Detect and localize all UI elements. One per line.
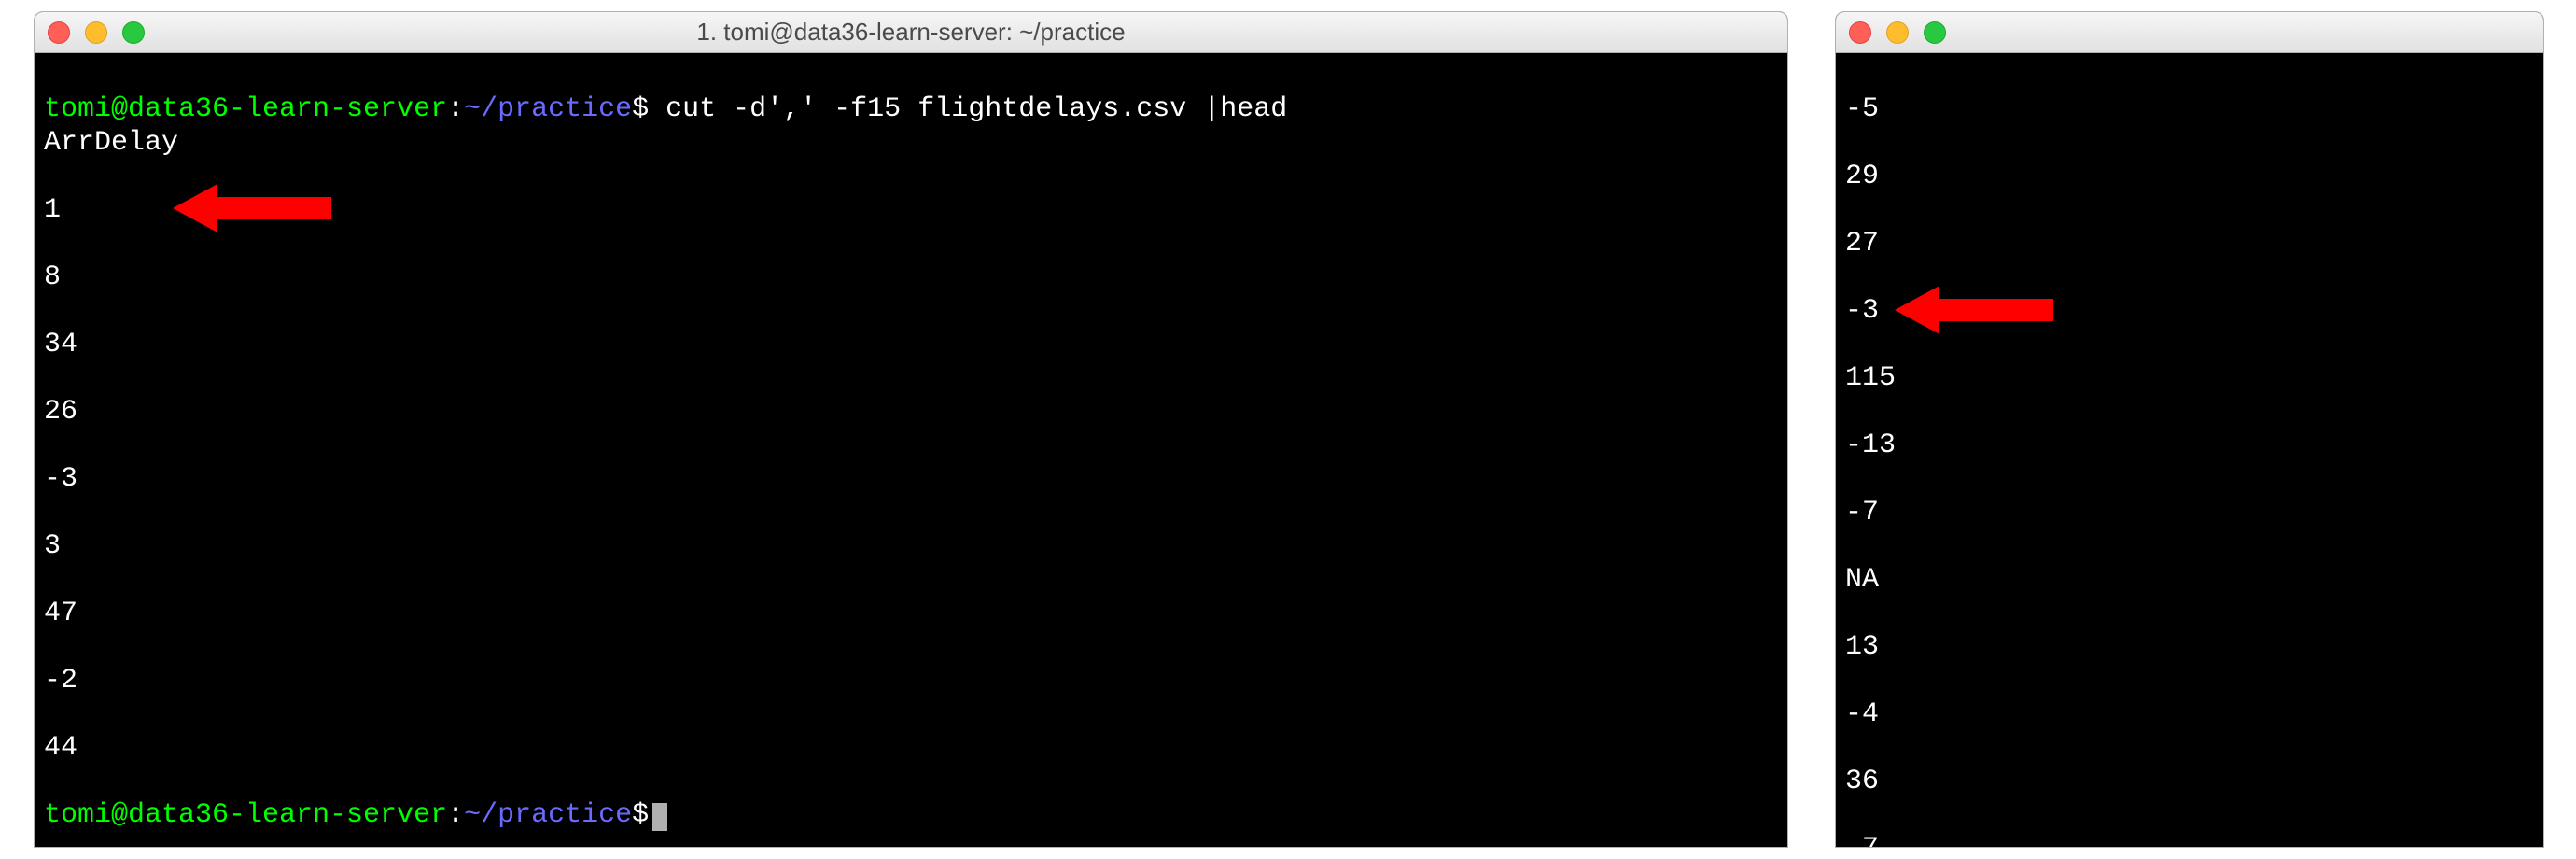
output-line: -4 (1845, 697, 2534, 731)
prompt-user: tomi@data36-learn-server (44, 93, 447, 125)
titlebar-right[interactable] (1836, 12, 2543, 53)
output-line: 1 (44, 193, 1778, 227)
output-line: -2 (44, 664, 1778, 697)
prompt-dollar: $ (632, 799, 649, 831)
zoom-icon[interactable] (1924, 21, 1946, 44)
prompt-dollar: $ (632, 93, 649, 125)
output-line: ArrDelay (44, 126, 1778, 160)
output-line: 47 (44, 597, 1778, 630)
output-line: -3 (44, 462, 1778, 496)
traffic-lights-right (1849, 21, 1946, 44)
close-icon[interactable] (1849, 21, 1871, 44)
output-line: 115 (1845, 361, 2534, 395)
output-line: -3 (1845, 294, 2534, 328)
minimize-icon[interactable] (85, 21, 107, 44)
output-line: 13 (1845, 630, 2534, 664)
terminal-window-right: -5 29 27 -3 115 -13 -7 NA 13 -4 36 -7 41 (1835, 11, 2544, 848)
minimize-icon[interactable] (1886, 21, 1909, 44)
terminal-body-right[interactable]: -5 29 27 -3 115 -13 -7 NA 13 -4 36 -7 41 (1836, 53, 2543, 847)
prompt-colon: : (447, 93, 464, 125)
close-icon[interactable] (48, 21, 70, 44)
titlebar-left[interactable]: 1. tomi@data36-learn-server: ~/practice (35, 12, 1787, 53)
terminal-window-left: 1. tomi@data36-learn-server: ~/practice … (34, 11, 1788, 848)
output-line: 36 (1845, 765, 2534, 798)
prompt-user: tomi@data36-learn-server (44, 799, 447, 831)
output-line: 3 (44, 529, 1778, 563)
prompt-line-2: tomi@data36-learn-server:~/practice$ (44, 799, 667, 831)
output-line: 44 (44, 731, 1778, 765)
prompt-path: ~/practice (464, 799, 632, 831)
output-line: 34 (44, 328, 1778, 361)
output-line: -7 (1845, 496, 2534, 529)
output-line: -13 (1845, 429, 2534, 462)
zoom-icon[interactable] (122, 21, 145, 44)
terminal-body-left[interactable]: tomi@data36-learn-server:~/practice$ cut… (35, 53, 1787, 847)
output-line: 27 (1845, 227, 2534, 261)
output-line: -5 (1845, 92, 2534, 126)
prompt-line-1: tomi@data36-learn-server:~/practice$ cut… (44, 93, 1287, 125)
cursor-icon (652, 803, 667, 831)
output-line: 8 (44, 261, 1778, 294)
prompt-colon: : (447, 799, 464, 831)
traffic-lights-left (48, 21, 145, 44)
output-line: -7 (1845, 832, 2534, 848)
output-line: NA (1845, 563, 2534, 597)
output-line: 29 (1845, 160, 2534, 193)
window-title-left: 1. tomi@data36-learn-server: ~/practice (35, 18, 1787, 47)
command-text: cut -d',' -f15 flightdelays.csv |head (649, 93, 1287, 125)
output-line: 26 (44, 395, 1778, 429)
prompt-path: ~/practice (464, 93, 632, 125)
